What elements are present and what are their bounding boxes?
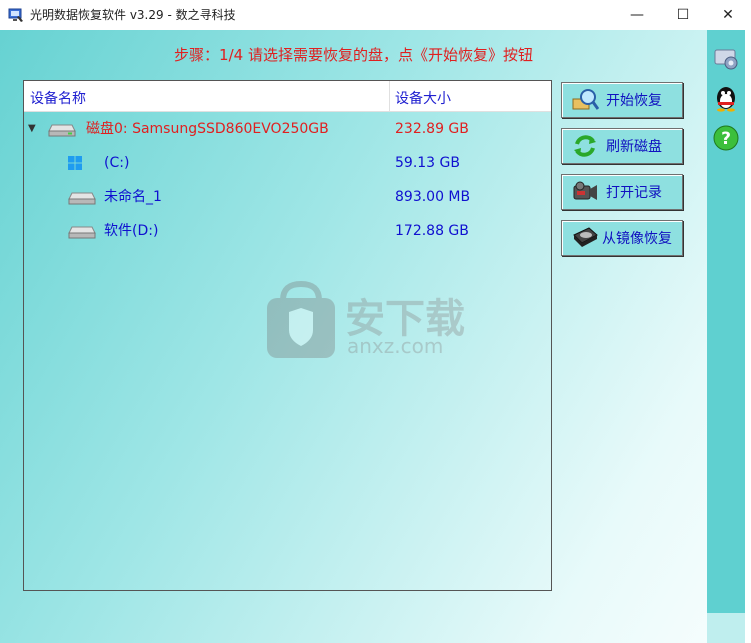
right-toolbar	[707, 30, 745, 613]
table-row[interactable]: 未命名_1 893.00 MB	[24, 182, 551, 212]
svg-text:?: ?	[721, 129, 731, 149]
right-toolbar-footer	[707, 613, 745, 643]
refresh-icon	[570, 132, 600, 160]
open-record-button[interactable]: 打开记录	[561, 174, 683, 210]
close-button[interactable]: ✕	[705, 0, 751, 30]
device-name: 磁盘0: SamsungSSD860EVO250GB	[86, 121, 329, 137]
start-recovery-button[interactable]: 开始恢复	[561, 82, 683, 118]
table-row[interactable]: (C:) 59.13 GB	[24, 148, 551, 178]
app-icon	[8, 8, 23, 22]
drive-icon	[68, 192, 96, 205]
watermark-subtext: anxz.com	[347, 334, 444, 358]
column-header-name[interactable]: 设备名称	[30, 88, 86, 108]
open-record-label: 打开记录	[606, 185, 662, 201]
refresh-disk-label: 刷新磁盘	[606, 139, 662, 155]
table-row[interactable]: ▼ 磁盘0: SamsungSSD860EVO250GB 232.89 GB	[24, 114, 551, 144]
close-icon: ✕	[722, 7, 734, 23]
device-size: 893.00 MB	[395, 189, 471, 205]
device-name: 软件(D:)	[104, 223, 159, 239]
shield-icon	[267, 280, 335, 358]
table-row[interactable]: 软件(D:) 172.88 GB	[24, 216, 551, 246]
magnifier-icon	[570, 86, 600, 114]
device-size: 172.88 GB	[395, 223, 469, 239]
image-recovery-label: 从镜像恢复	[602, 231, 672, 247]
minimize-icon: —	[630, 7, 644, 23]
qq-penguin-icon[interactable]	[712, 84, 740, 112]
device-size: 232.89 GB	[395, 121, 469, 137]
windows-icon	[68, 156, 82, 170]
step-instruction: 步骤：1/4 请选择需要恢复的盘，点《开始恢复》按钮	[174, 46, 533, 64]
device-name: 未命名_1	[104, 189, 162, 205]
maximize-icon: ☐	[676, 7, 690, 23]
drive-icon	[68, 226, 96, 239]
watermark: 安下载 anxz.com	[265, 280, 485, 360]
refresh-disk-button[interactable]: 刷新磁盘	[561, 128, 683, 164]
start-recovery-label: 开始恢复	[606, 93, 662, 109]
drive-icon	[48, 124, 76, 137]
chevron-down-icon[interactable]: ▼	[28, 123, 36, 134]
settings-icon[interactable]	[712, 44, 740, 72]
camcorder-icon	[570, 178, 600, 206]
device-name: (C:)	[104, 155, 130, 171]
minimize-button[interactable]: —	[614, 0, 660, 30]
column-header-size[interactable]: 设备大小	[395, 88, 451, 108]
title-bar: 光明数据恢复软件 v3.29 - 数之寻科技 — ☐ ✕	[0, 0, 751, 30]
hard-disk-icon	[570, 224, 600, 252]
device-list-header: 设备名称 设备大小	[24, 81, 551, 112]
window-title: 光明数据恢复软件 v3.29 - 数之寻科技	[30, 8, 236, 22]
help-icon[interactable]: ?	[712, 124, 740, 152]
maximize-button[interactable]: ☐	[660, 0, 706, 30]
column-separator[interactable]	[389, 81, 390, 111]
image-recovery-button[interactable]: 从镜像恢复	[561, 220, 683, 256]
window-edge	[745, 30, 751, 643]
device-size: 59.13 GB	[395, 155, 460, 171]
